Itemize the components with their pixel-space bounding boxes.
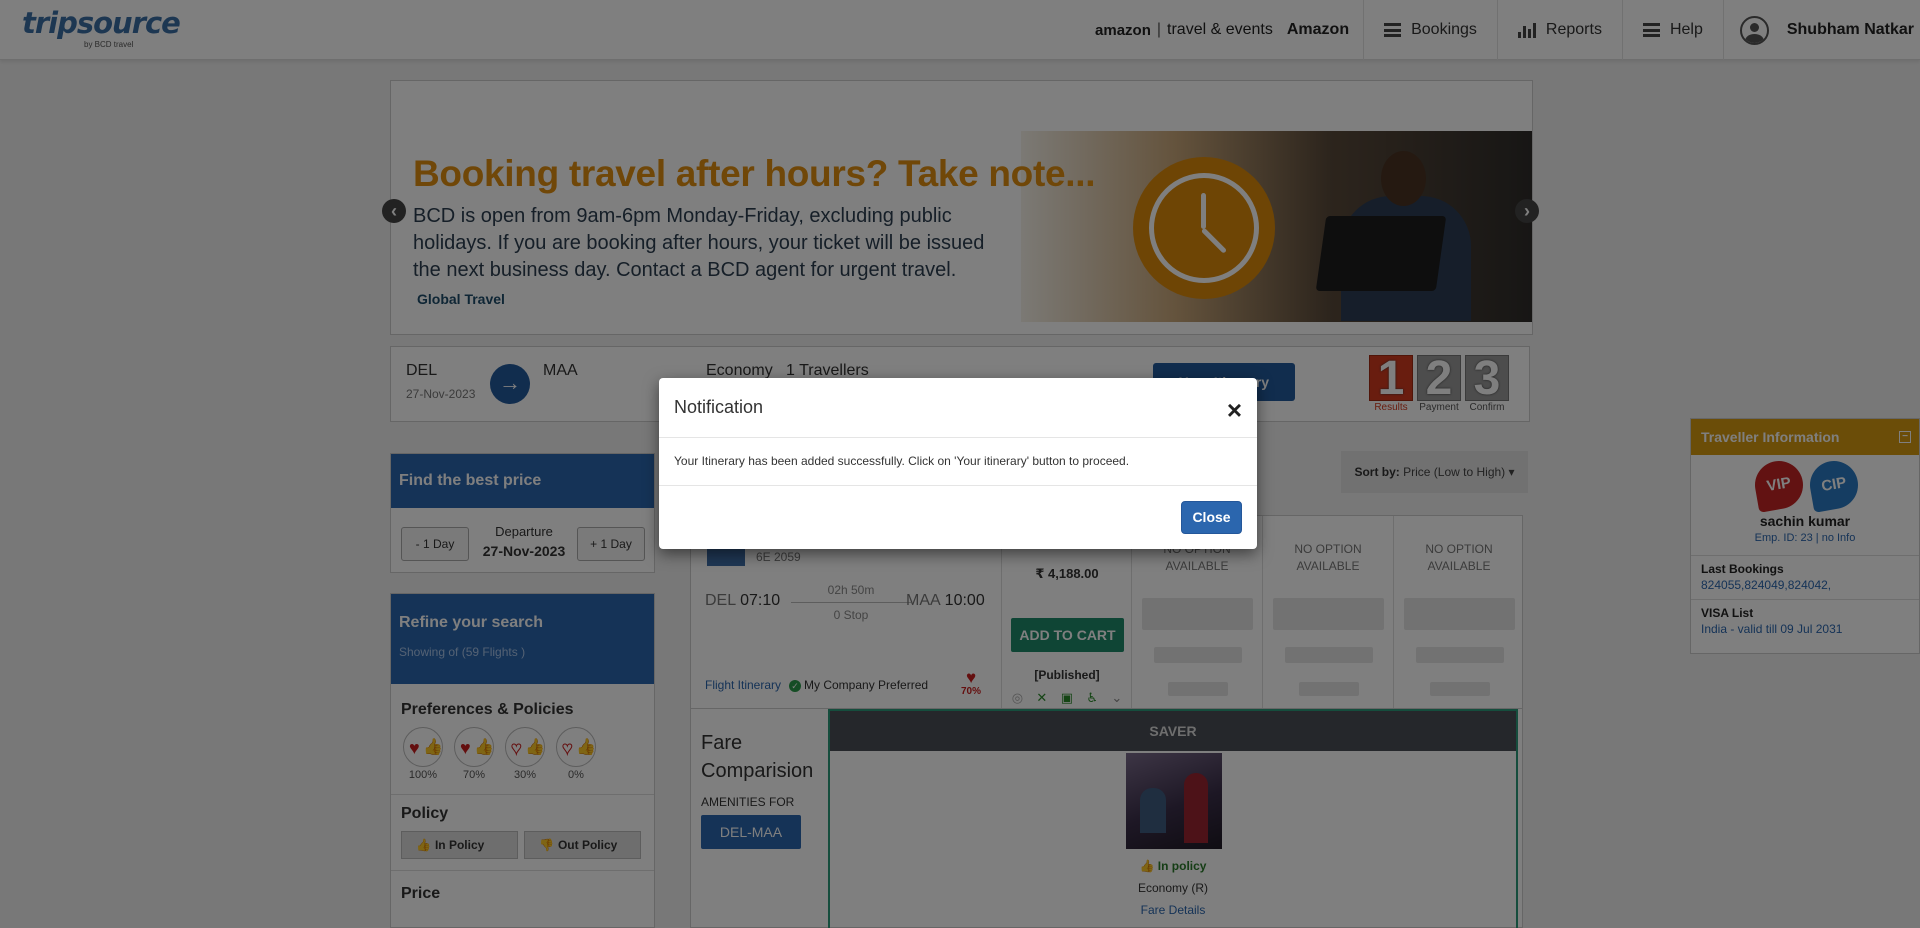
modal-message: Your Itinerary has been added successful… [659, 438, 1257, 486]
modal-footer: Close [659, 486, 1257, 549]
close-icon[interactable]: × [1227, 397, 1242, 423]
modal-title: Notification [674, 397, 764, 417]
close-button[interactable]: Close [1181, 501, 1242, 534]
notification-modal: Notification × Your Itinerary has been a… [659, 378, 1257, 549]
modal-header: Notification × [659, 378, 1257, 438]
